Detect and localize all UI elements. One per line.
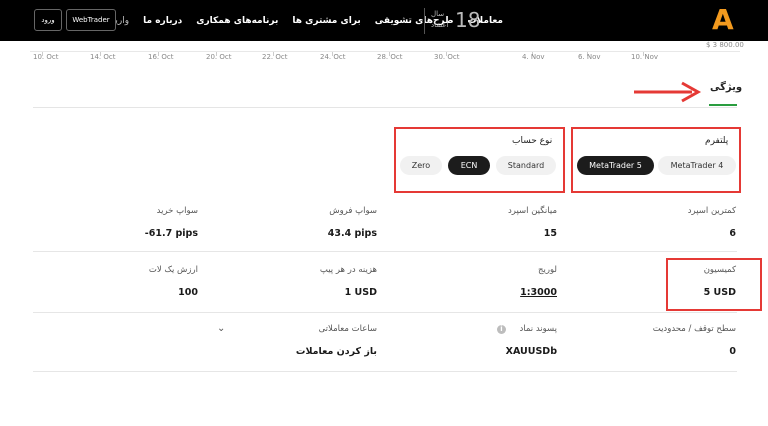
leverage-label: لوریج: [538, 265, 557, 275]
pip-cost-value: 1 USD: [344, 287, 377, 298]
date-tick-label: 10. Nov: [631, 53, 659, 61]
swap-sell-label: سواپ فروش: [329, 206, 377, 216]
account-option-ecn[interactable]: ECN: [448, 156, 490, 175]
date-tick-label: 4. Nov: [522, 53, 545, 61]
date-tick-label: 28. Oct: [377, 53, 403, 61]
swap-sell-value: 43.4 pips: [327, 228, 377, 239]
axis-line: [30, 51, 740, 52]
min-spread-value: 6: [729, 228, 736, 239]
years-label-line2: اعتماد: [431, 21, 449, 29]
brand-logo[interactable]: A: [712, 6, 738, 34]
annotation-arrow-icon: [634, 81, 702, 103]
commission-value: 5 USD: [703, 287, 736, 298]
info-icon[interactable]: i: [497, 325, 506, 334]
platform-option-mt5[interactable]: MetaTrader 5: [577, 156, 654, 175]
section-divider: [33, 107, 737, 108]
top-navbar: A معاملات طرح‌های تشویقی برای مشتری ها ب…: [0, 0, 768, 41]
min-spread-label: کمترین اسپرد: [687, 206, 736, 216]
nav-link-partnership[interactable]: برنامه‌های همکاری: [196, 16, 278, 26]
date-tick-label: 6. Nov: [578, 53, 601, 61]
swap-buy-value: -61.7 pips: [144, 228, 198, 239]
avg-spread-label: میانگین اسپرد: [507, 206, 557, 216]
leverage-value-link[interactable]: 1:3000: [520, 287, 557, 298]
login-button[interactable]: ورود: [34, 9, 62, 31]
date-tick-label: 16. Oct: [148, 53, 174, 61]
stop-level-label: سطح توقف / محدودیت: [652, 324, 736, 334]
avg-spread-value: 15: [543, 228, 557, 239]
row-divider: [33, 251, 737, 252]
symbol-suffix-value: XAUUSDb: [505, 346, 557, 357]
date-tick-label: 14. Oct: [90, 53, 116, 61]
date-tick-label: 10. Oct: [33, 53, 59, 61]
webtrader-button[interactable]: WebTrader: [66, 9, 116, 31]
date-tick-label: 20. Oct: [206, 53, 232, 61]
pip-cost-label: هزینه در هر پیپ: [319, 265, 377, 275]
commission-label: کمیسیون: [703, 265, 736, 275]
row-divider: [33, 312, 737, 313]
account-option-zero[interactable]: Zero: [400, 156, 442, 175]
chevron-down-icon[interactable]: ⌄: [217, 323, 225, 334]
row-divider: [211, 371, 381, 372]
years-number: 18: [455, 8, 481, 32]
trading-hours-label: ساعات معاملاتی: [318, 324, 377, 334]
account-option-standard[interactable]: Standard: [496, 156, 556, 175]
row-divider: [33, 371, 737, 372]
swap-buy-label: سواپ خرید: [156, 206, 198, 216]
chart-x-axis: $ 3 800.00 10. Oct 14. Oct 16. Oct 20. O…: [30, 41, 744, 63]
platform-option-mt4[interactable]: MetaTrader 4: [658, 156, 736, 175]
platform-title: پلتفرم: [705, 136, 729, 146]
symbol-suffix-label: پسوند نماد: [519, 324, 557, 334]
tab-features[interactable]: ویژگی: [710, 82, 742, 93]
nav-link-for-clients[interactable]: برای مشتری ها: [292, 16, 360, 26]
date-tick-label: 22. Oct: [262, 53, 288, 61]
price-axis-label: $ 3 800.00: [706, 41, 744, 49]
lot-value-value: 100: [178, 287, 198, 298]
stop-level-value: 0: [729, 346, 736, 357]
logo-letter: A: [712, 3, 734, 36]
date-tick-label: 24. Oct: [320, 53, 346, 61]
account-type-title: نوع حساب: [512, 136, 553, 146]
years-label-line1: سال: [431, 10, 445, 18]
lot-value-label: ارزش یک لات: [148, 265, 198, 275]
years-of-trust-badge: 18 سال اعتماد: [424, 8, 482, 34]
trading-hours-value: باز کردن معاملات: [295, 346, 377, 357]
active-tab-indicator: [709, 104, 737, 106]
nav-link-about-us[interactable]: درباره ما: [143, 16, 182, 26]
date-tick-label: 30. Oct: [434, 53, 460, 61]
